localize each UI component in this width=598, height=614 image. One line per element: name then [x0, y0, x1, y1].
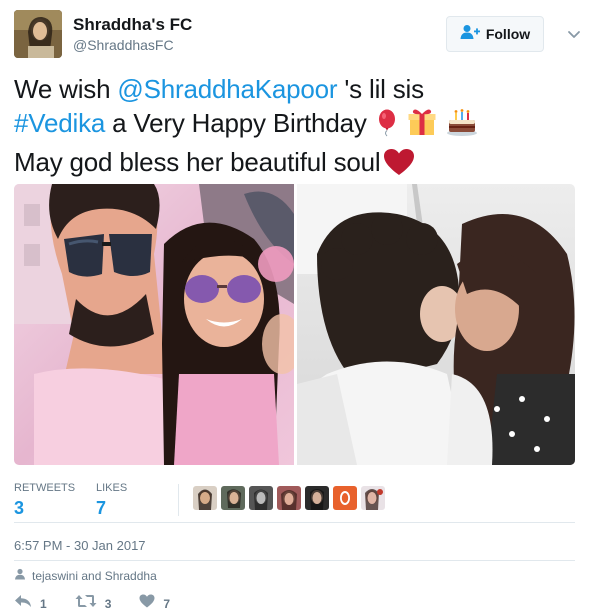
cake-emoji: [446, 107, 478, 145]
retweets-label: RETWEETS: [14, 482, 76, 494]
social-context-text: tejaswini and Shraddha: [32, 568, 157, 583]
reply-action[interactable]: 1: [14, 594, 47, 613]
heart-icon: [139, 594, 155, 613]
tweet-text: We wish @ShraddhaKapoor 's lil sis #Vedi…: [14, 72, 574, 184]
like-count: 7: [163, 596, 171, 611]
display-name[interactable]: Shraddha's FC: [73, 14, 192, 35]
handle[interactable]: @ShraddhasFC: [73, 36, 192, 54]
tweet-header: Shraddha's FC @ShraddhasFC Follow: [14, 10, 584, 58]
reply-count: 1: [40, 596, 47, 611]
follow-person-icon: [460, 24, 480, 45]
retweets-stat[interactable]: RETWEETS 3: [14, 482, 75, 519]
like-action[interactable]: 7: [139, 594, 170, 613]
tweet-text-segment: May god bless her beautiful soul: [14, 147, 381, 177]
retweets-count: 3: [14, 498, 25, 518]
retweet-count: 3: [104, 596, 112, 611]
retweet-action[interactable]: 3: [75, 594, 112, 613]
person-icon: [14, 568, 26, 583]
tweet-line-1: We wish @ShraddhaKapoor 's lil sis: [14, 72, 574, 106]
chevron-down-icon[interactable]: [564, 24, 584, 44]
follow-button[interactable]: Follow: [446, 16, 544, 52]
heart-emoji: [383, 148, 415, 184]
tweet-line-2: #Vedika a Very Happy Birthday: [14, 106, 574, 145]
liker-avatar[interactable]: [221, 486, 245, 510]
liker-avatar[interactable]: [249, 486, 273, 510]
mention-link[interactable]: @ShraddhaKapoor: [117, 74, 337, 104]
social-context[interactable]: tejaswini and Shraddha: [14, 568, 157, 583]
tweet-timestamp[interactable]: 6:57 PM - 30 Jan 2017: [14, 538, 146, 553]
tweet-actions: 1 3 7: [14, 594, 198, 613]
tweet-text-segment: We wish: [14, 74, 118, 104]
follow-label: Follow: [485, 26, 531, 42]
divider: [14, 560, 575, 561]
tweet-text-segment: a Very Happy Birthday: [105, 108, 367, 138]
photo-kiss[interactable]: [297, 184, 575, 465]
tweet-text-segment: 's lil sis: [337, 74, 424, 104]
liker-avatars: [193, 486, 385, 510]
liker-avatar[interactable]: [193, 486, 217, 510]
likes-count: 7: [96, 498, 107, 518]
reply-icon: [14, 594, 32, 613]
hashtag-link[interactable]: #Vedika: [14, 108, 105, 138]
stats-divider: [178, 484, 179, 516]
gift-emoji: [407, 107, 437, 145]
retweet-icon: [75, 594, 97, 613]
divider: [14, 522, 575, 523]
avatar[interactable]: [14, 10, 62, 58]
tweet-stats: RETWEETS 3 LIKES 7: [14, 482, 575, 522]
liker-avatar[interactable]: [305, 486, 329, 510]
tweet-media[interactable]: [14, 184, 575, 465]
liker-avatar[interactable]: [361, 486, 385, 510]
photo-selfie[interactable]: [14, 184, 302, 465]
likes-label: LIKES: [96, 482, 128, 494]
tweet-line-3: May god bless her beautiful soul: [14, 145, 574, 184]
liker-avatar[interactable]: [277, 486, 301, 510]
liker-avatar[interactable]: [333, 486, 357, 510]
balloon-emoji: [376, 109, 398, 145]
likes-stat[interactable]: LIKES 7: [96, 482, 127, 519]
